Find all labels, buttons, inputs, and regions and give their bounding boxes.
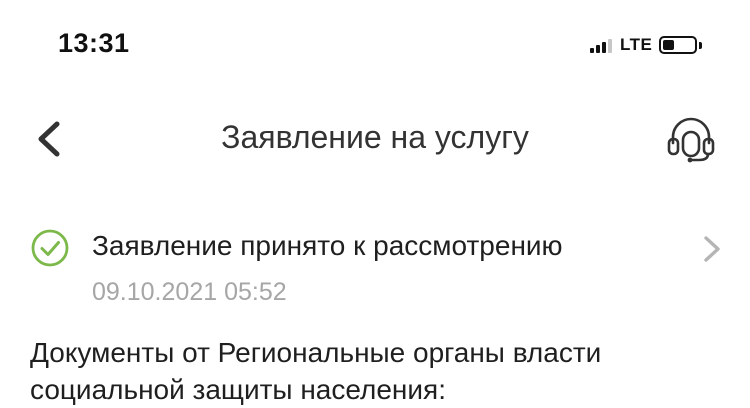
headset-icon: [667, 117, 715, 163]
documents-description: Документы от Региональные органы власти …: [30, 337, 602, 405]
status-bar-indicators: LTE: [590, 33, 703, 57]
cellular-signal-icon: [590, 37, 612, 53]
check-circle-icon: [31, 229, 69, 267]
application-status-row[interactable]: Заявление принято к рассмотрению 09.10.2…: [28, 222, 728, 312]
application-status-date: 09.10.2021 05:52: [92, 278, 287, 306]
page-title: Заявление на услугу: [221, 119, 529, 155]
chevron-right-icon: [704, 236, 720, 262]
support-button[interactable]: [664, 114, 718, 166]
status-bar-time: 13:31: [58, 28, 130, 58]
application-status-label: Заявление принято к рассмотрению: [92, 230, 563, 261]
battery-cap: [699, 41, 703, 49]
app-screen: 13:31 LTE Заявление на услугу Заявление …: [0, 0, 750, 408]
network-type-label: LTE: [620, 35, 653, 54]
battery-icon: [659, 36, 698, 54]
